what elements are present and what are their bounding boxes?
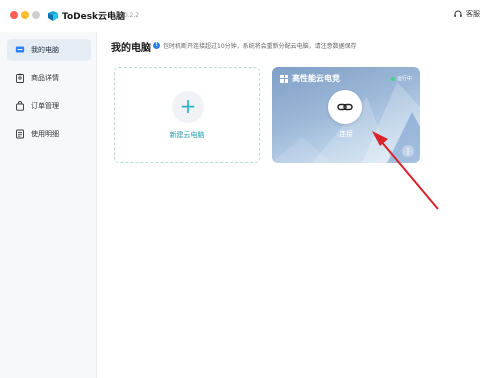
app-version: V1.0.2.2	[114, 12, 140, 19]
plus-icon: +	[172, 91, 204, 123]
sidebar-item-label: 订单管理	[31, 102, 59, 110]
customer-service-button[interactable]: 客服	[453, 9, 480, 19]
more-options-button[interactable]	[402, 145, 414, 157]
link-icon	[337, 103, 353, 111]
clipboard-icon	[16, 73, 24, 83]
sidebar-item-label: 我的电脑	[31, 46, 59, 54]
info-icon: !	[153, 42, 160, 49]
minimize-window-button[interactable]	[21, 11, 29, 19]
monitor-icon	[15, 46, 25, 53]
status-dot	[390, 76, 395, 81]
cloud-pc-name: 高性能云电竞	[292, 74, 340, 83]
sidebar-item-order-management[interactable]: 订单管理	[7, 95, 91, 117]
bag-icon	[16, 101, 24, 111]
status-text: 运行中	[396, 76, 412, 82]
zoom-window-button[interactable]	[32, 11, 40, 19]
title-bar: ToDesk云电脑 V1.0.2.2 客服	[0, 0, 480, 32]
page-title: 我的电脑	[111, 43, 151, 54]
main-content: 我的电脑 ! 包时机断开连接超过10分钟，系统将会重新分配云电脑，请注意数据保存…	[97, 32, 480, 378]
cloud-pc-title: 高性能云电竞	[280, 73, 340, 84]
connect-button[interactable]	[328, 90, 362, 124]
sidebar-item-label: 使用明细	[31, 130, 59, 138]
app-window: ToDesk云电脑 V1.0.2.2 客服 我的电脑 商品详情 订单管理 使用明…	[0, 0, 480, 378]
document-list-icon	[16, 129, 24, 139]
cloud-pc-card[interactable]: 高性能云电竞 运行中 连接	[272, 67, 420, 163]
new-cloud-pc-label: 新建云电脑	[169, 131, 205, 139]
headset-icon	[454, 10, 462, 17]
sidebar-item-label: 商品详情	[31, 74, 59, 82]
notice-text: 包时机断开连接超过10分钟，系统将会重新分配云电脑，请注意数据保存	[163, 43, 357, 50]
new-cloud-pc-card[interactable]: + 新建云电脑	[114, 67, 260, 163]
more-vertical-icon	[407, 147, 409, 155]
sidebar: 我的电脑 商品详情 订单管理 使用明细	[0, 32, 97, 378]
customer-service-label: 客服	[466, 10, 480, 18]
connect-label: 连接	[339, 130, 353, 138]
sidebar-item-my-computer[interactable]: 我的电脑	[7, 39, 91, 61]
close-window-button[interactable]	[10, 11, 18, 19]
todesk-logo-icon	[48, 10, 58, 21]
sidebar-item-product-details[interactable]: 商品详情	[7, 67, 91, 89]
notice-banner: ! 包时机断开连接超过10分钟，系统将会重新分配云电脑，请注意数据保存	[153, 41, 357, 50]
status-badge: 运行中	[390, 75, 412, 82]
windows-icon	[280, 74, 288, 83]
sidebar-item-usage-details[interactable]: 使用明细	[7, 123, 91, 145]
